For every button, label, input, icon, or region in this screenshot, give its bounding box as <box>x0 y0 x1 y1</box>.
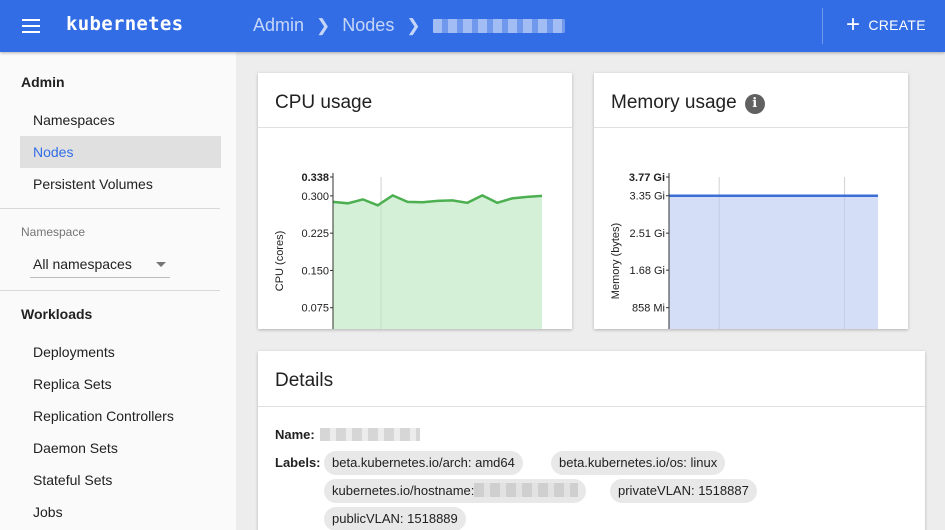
memory-card-title-text: Memory usage <box>611 92 737 113</box>
mem-y-tick-label: 3.77 Gi <box>629 172 665 184</box>
sidebar-item-namespaces[interactable]: Namespaces <box>20 104 221 136</box>
sidebar-item-replication-controllers[interactable]: Replication Controllers <box>20 400 221 432</box>
hostname-redacted <box>474 483 579 497</box>
label-chip-hostname-text: kubernetes.io/hostname: <box>332 483 475 498</box>
node-name-redacted <box>320 428 420 441</box>
namespace-select[interactable]: All namespaces <box>30 250 170 278</box>
details-name-label: Name: <box>275 427 315 442</box>
cpu-y-tick-label: 0.338 <box>301 172 329 184</box>
sidebar-item-jobs[interactable]: Jobs <box>20 496 221 528</box>
brand-logo[interactable]: kubernetes <box>66 13 183 35</box>
info-icon[interactable]: i <box>744 94 765 114</box>
plus-icon: + <box>846 11 861 38</box>
namespace-select-value: All namespaces <box>33 256 132 272</box>
details-card: Details Name: Labels: beta.kubernetes.io… <box>258 351 925 530</box>
create-button-label: CREATE <box>868 17 926 33</box>
cpu-card-title: CPU usage <box>275 92 373 113</box>
cpu-y-tick-label: 0.300 <box>301 191 329 203</box>
breadcrumb-nodes[interactable]: Nodes <box>342 15 394 36</box>
menu-icon[interactable] <box>16 14 46 38</box>
cpu-y-axis-label: CPU (cores) <box>274 231 286 292</box>
sidebar-item-deployments[interactable]: Deployments <box>20 336 221 368</box>
cpu-y-tick-label: 0.225 <box>301 228 329 240</box>
sidebar-item-persistent-volumes[interactable]: Persistent Volumes <box>20 168 221 200</box>
toolbar-divider <box>822 8 823 44</box>
label-chip-hostname: kubernetes.io/hostname: <box>324 479 587 503</box>
details-labels-label: Labels: <box>275 455 321 470</box>
breadcrumb-admin[interactable]: Admin <box>253 15 304 36</box>
breadcrumb: Admin ❯ Nodes ❯ <box>253 15 565 36</box>
cpu-area <box>333 195 542 329</box>
mem-y-tick-label: 858 Mi <box>632 303 665 315</box>
sidebar-heading-workloads[interactable]: Workloads <box>21 306 92 322</box>
mem-y-tick-label: 1.68 Gi <box>630 265 665 277</box>
details-card-title: Details <box>275 370 334 391</box>
memory-usage-chart: 0858 Mi1.68 Gi2.51 Gi3.35 Gi3.77 Gi10:15… <box>610 172 878 329</box>
label-chip-public-vlan: publicVLAN: 1518889 <box>324 507 466 530</box>
chevron-right-icon: ❯ <box>406 15 421 35</box>
mem-area <box>669 195 878 329</box>
label-chip-arch: beta.kubernetes.io/arch: amd64 <box>324 451 523 475</box>
cpu-y-tick-label: 0.075 <box>301 303 329 315</box>
memory-card-title: Memory usage i <box>611 92 765 114</box>
label-chip-os: beta.kubernetes.io/os: linux <box>551 451 726 475</box>
mem-y-tick-label: 2.51 Gi <box>630 228 665 240</box>
top-app-bar: kubernetes Admin ❯ Nodes ❯ + CREATE <box>0 0 945 52</box>
cpu-usage-card: CPU usage 00.0750.1500.2250.3000.33810:1… <box>258 73 572 329</box>
sidebar-heading-admin[interactable]: Admin <box>21 74 65 90</box>
sidebar: Admin Namespaces Nodes Persistent Volume… <box>0 52 236 530</box>
label-chip-private-vlan: privateVLAN: 1518887 <box>610 479 757 503</box>
cpu-y-tick-label: 0.150 <box>301 265 329 277</box>
sidebar-item-nodes[interactable]: Nodes <box>20 136 221 168</box>
mem-y-tick-label: 3.35 Gi <box>630 191 665 203</box>
sidebar-item-daemon-sets[interactable]: Daemon Sets <box>20 432 221 464</box>
dropdown-arrow-icon <box>156 262 166 267</box>
namespace-label: Namespace <box>21 225 86 239</box>
sidebar-item-replica-sets[interactable]: Replica Sets <box>20 368 221 400</box>
chevron-right-icon: ❯ <box>316 15 331 35</box>
sidebar-item-stateful-sets[interactable]: Stateful Sets <box>20 464 221 496</box>
memory-usage-card: Memory usagei 0858 Mi1.68 Gi2.51 Gi3.35 … <box>594 73 908 329</box>
create-button[interactable]: + CREATE <box>846 11 926 38</box>
cpu-usage-chart: 00.0750.1500.2250.3000.33810:1510:1810:2… <box>274 172 543 329</box>
breadcrumb-node-name-redacted <box>432 18 565 33</box>
sidebar-divider <box>0 290 220 291</box>
mem-y-axis-label: Memory (bytes) <box>610 223 622 299</box>
sidebar-divider <box>0 208 220 209</box>
card-divider <box>258 406 925 407</box>
